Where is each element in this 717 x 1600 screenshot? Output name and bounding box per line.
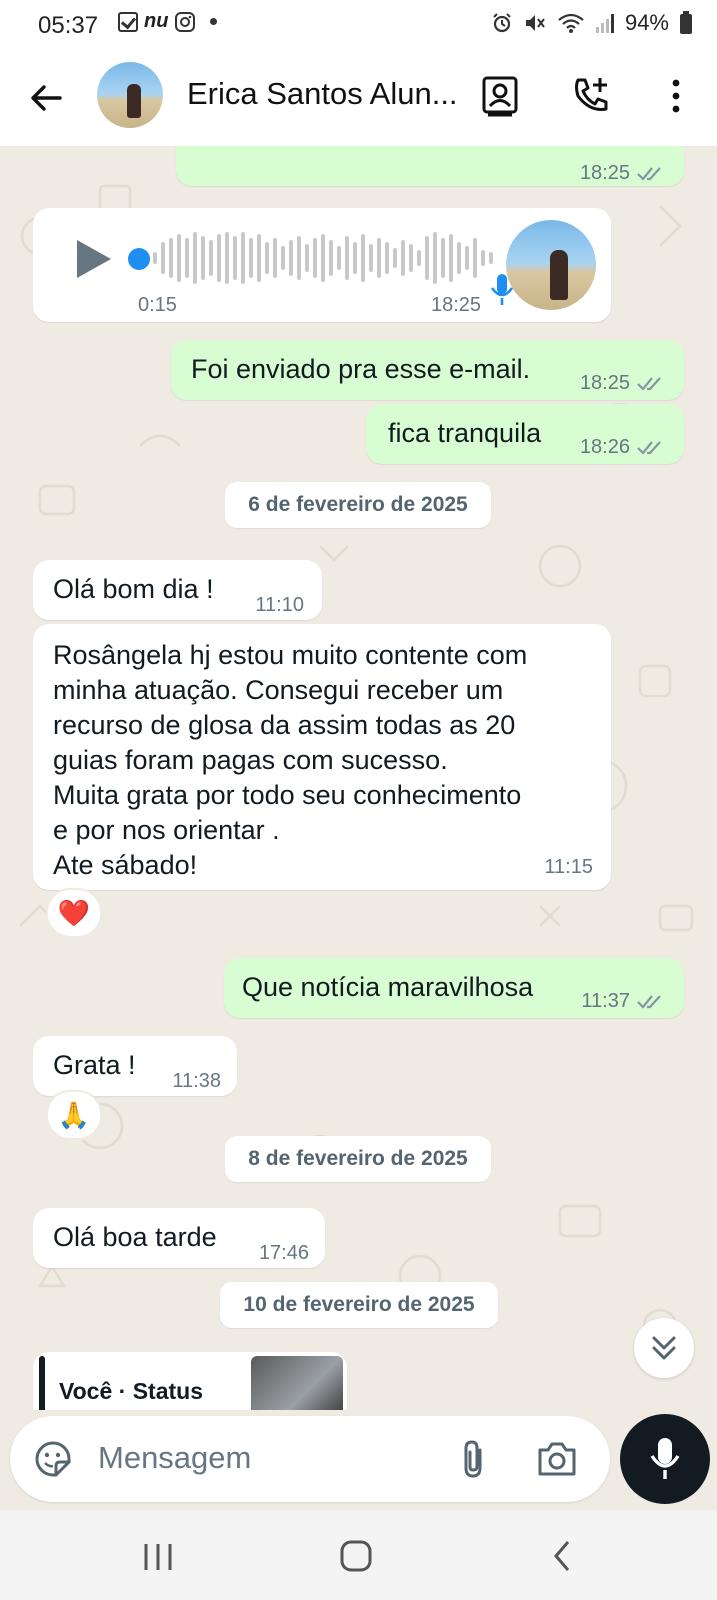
- message-incoming[interactable]: Olá boa tarde 17:46: [33, 1208, 325, 1268]
- message-time: 17:46: [258, 1242, 309, 1264]
- voice-sender-avatar[interactable]: [506, 220, 596, 310]
- message-time: 11:10: [255, 594, 304, 616]
- date-divider: 10 de fevereiro de 2025: [220, 1282, 498, 1328]
- system-nav-bar: [0, 1510, 717, 1600]
- message-reaction[interactable]: 🙏: [46, 1090, 102, 1140]
- message-time: 11:38: [172, 1070, 221, 1092]
- scroll-to-bottom-button[interactable]: [634, 1318, 694, 1378]
- battery-level: 94%: [624, 10, 669, 35]
- microphone-icon: [650, 1438, 680, 1479]
- status-bar: 05:37 nu 94%: [0, 0, 717, 50]
- message-time: 18:25: [579, 372, 630, 394]
- message-outgoing[interactable]: 18:25: [176, 146, 684, 186]
- read-ticks-icon: [637, 166, 661, 181]
- message-text: Grata !: [53, 1050, 136, 1080]
- message-time: 18:25: [431, 294, 482, 316]
- mute-icon: [525, 15, 545, 31]
- contact-avatar[interactable]: [97, 62, 163, 128]
- instagram-icon: [175, 11, 196, 32]
- message-reaction[interactable]: ❤️: [46, 888, 102, 938]
- play-icon[interactable]: [71, 236, 115, 282]
- read-ticks-icon: [637, 376, 661, 391]
- message-incoming[interactable]: Olá bom dia ! 11:10: [33, 560, 322, 620]
- message-text: Foi enviado pra esse e-mail.: [191, 354, 531, 384]
- message-incoming[interactable]: Grata ! 11:38: [33, 1036, 237, 1096]
- microphone-icon: [490, 274, 514, 305]
- nu-icon: nu: [144, 10, 169, 32]
- message-outgoing[interactable]: Foi enviado pra esse e-mail. 18:25: [171, 340, 684, 400]
- more-options-icon[interactable]: [654, 74, 698, 118]
- chat-header: Erica Santos Alun...: [0, 50, 717, 146]
- status-right: 94%: [491, 10, 693, 36]
- message-time: 18:25: [579, 162, 630, 184]
- status-thumbnail: [251, 1356, 343, 1410]
- voice-message[interactable]: 0:15 18:25: [33, 208, 611, 322]
- message-time: 18:26: [579, 436, 630, 458]
- signal-icon: [595, 14, 614, 33]
- message-outgoing[interactable]: Que notícia maravilhosa 11:37: [224, 958, 684, 1018]
- attach-icon[interactable]: [456, 1438, 492, 1482]
- message-text: fica tranquila: [388, 418, 542, 448]
- voice-record-button[interactable]: [620, 1414, 710, 1504]
- back-arrow-icon[interactable]: [26, 78, 66, 118]
- message-text: Que notícia maravilhosa: [242, 972, 534, 1002]
- sticker-icon[interactable]: [32, 1438, 74, 1480]
- message-text: Rosângela hj estou muito contente com mi…: [53, 640, 528, 880]
- voice-waveform[interactable]: [153, 228, 513, 288]
- message-time: 11:37: [581, 990, 630, 1012]
- status-reply-message[interactable]: Você · Status: [33, 1352, 347, 1410]
- add-call-icon[interactable]: [570, 74, 614, 118]
- double-chevron-down-icon: [652, 1336, 676, 1360]
- chat-area: 18:25 0:15 18:25 Foi enviado pra esse e-…: [0, 146, 717, 1410]
- message-text: Olá boa tarde: [53, 1222, 217, 1252]
- nav-back-icon[interactable]: [548, 1538, 576, 1574]
- contact-name[interactable]: Erica Santos Alun...: [187, 76, 467, 112]
- alarm-icon: [493, 13, 511, 33]
- message-text: Olá bom dia !: [53, 574, 214, 604]
- recent-apps-icon[interactable]: [140, 1540, 176, 1574]
- home-icon[interactable]: [338, 1538, 374, 1574]
- date-divider: 8 de fevereiro de 2025: [225, 1136, 491, 1182]
- message-outgoing[interactable]: fica tranquila 18:26: [366, 404, 684, 464]
- read-ticks-icon: [637, 994, 661, 1009]
- read-ticks-icon: [637, 440, 661, 455]
- dot-icon: [210, 18, 218, 25]
- message-incoming[interactable]: Rosângela hj estou muito contente com mi…: [33, 624, 611, 890]
- checkbox-icon: [118, 11, 138, 32]
- voice-duration: 0:15: [138, 294, 177, 316]
- camera-icon[interactable]: [536, 1440, 578, 1478]
- date-divider: 6 de fevereiro de 2025: [225, 482, 491, 528]
- status-reply-label: Você · Status: [59, 1378, 203, 1404]
- contact-card-icon[interactable]: [478, 74, 522, 118]
- status-time: 05:37: [38, 12, 99, 39]
- wifi-icon: [558, 13, 584, 33]
- notification-icons: nu: [118, 10, 218, 33]
- voice-progress-dot[interactable]: [128, 248, 150, 270]
- battery-icon: [680, 11, 692, 34]
- message-input[interactable]: Mensagem: [98, 1440, 251, 1476]
- message-composer: Mensagem: [10, 1416, 610, 1502]
- message-time: 11:15: [544, 856, 593, 878]
